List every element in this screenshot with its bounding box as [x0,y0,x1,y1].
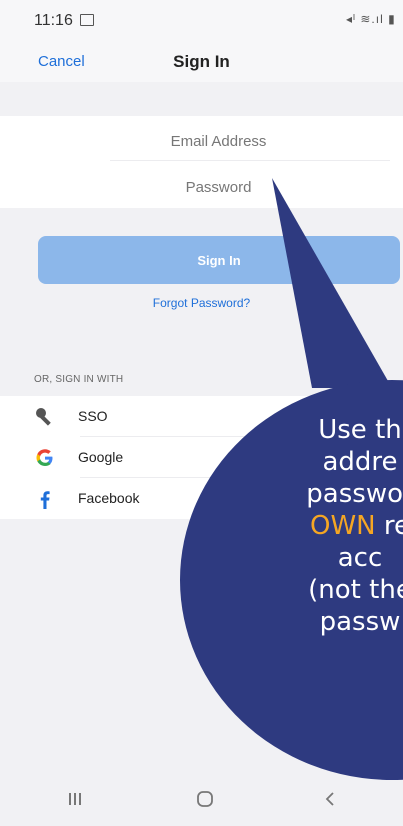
callout-line-emphasis: OWN re [210,510,403,542]
callout-line: (not the [308,575,403,605]
callout-line: passw [319,607,401,637]
callout-line: acc [337,543,383,573]
callout-line: passwor [306,479,403,509]
callout-emphasis: OWN [309,511,376,541]
callout-line: addre [322,447,398,477]
callout-line: Use th [318,415,402,445]
callout-text: Use th addre passwor OWN re acc (not the… [210,414,403,638]
callout-line-rest: re [383,511,403,541]
speech-bubble-callout [180,178,403,780]
sign-in-screen: 11:16 ◂ᴵ ≋.ıl ▮ Cancel Sign In Sign In F… [0,0,403,826]
